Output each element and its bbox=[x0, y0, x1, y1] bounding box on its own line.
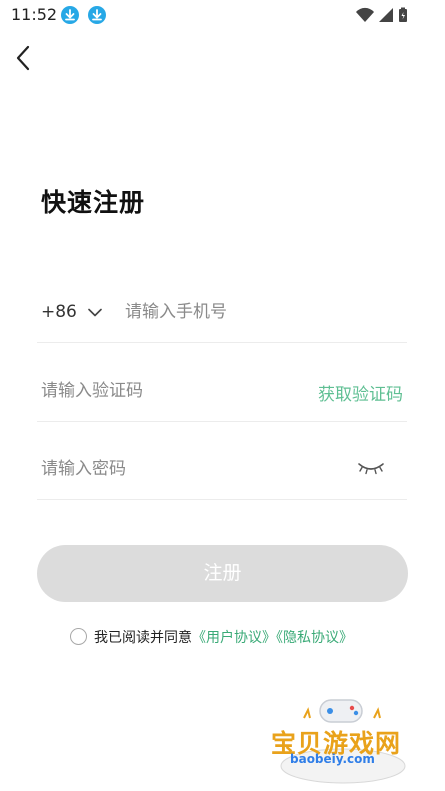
password-input[interactable] bbox=[41, 455, 341, 483]
eye-closed-icon[interactable] bbox=[357, 461, 385, 475]
agreement-text: 我已阅读并同意 bbox=[94, 630, 192, 646]
status-bar: 11:52 bbox=[0, 0, 445, 30]
register-button[interactable]: 注册 bbox=[37, 545, 408, 602]
chevron-down-icon bbox=[88, 308, 103, 316]
status-time: 11:52 bbox=[11, 5, 58, 24]
password-row bbox=[37, 443, 407, 500]
wifi-icon bbox=[356, 7, 374, 22]
get-code-button[interactable]: 获取验证码 bbox=[318, 380, 403, 405]
country-code-label: +86 bbox=[41, 302, 77, 322]
phone-input[interactable] bbox=[125, 298, 395, 326]
verification-code-row: 获取验证码 bbox=[37, 365, 407, 422]
download-icon bbox=[61, 6, 79, 24]
page-title: 快速注册 bbox=[41, 188, 146, 217]
battery-icon bbox=[399, 7, 407, 22]
country-code-selector[interactable]: +86 bbox=[41, 302, 103, 322]
download-icon bbox=[88, 6, 106, 24]
watermark: 宝贝游戏网 baobeiy.com bbox=[268, 696, 418, 786]
agreement-text-line: 我已阅读并同意《用户协议》《隐私协议》 bbox=[94, 627, 353, 647]
verification-code-input[interactable] bbox=[41, 377, 291, 405]
privacy-agreement-link[interactable]: 《隐私协议》 bbox=[276, 630, 353, 646]
phone-row: +86 bbox=[37, 286, 407, 343]
back-button[interactable] bbox=[12, 44, 38, 72]
chevron-left-icon bbox=[16, 45, 30, 71]
signal-icon bbox=[379, 8, 393, 22]
agreement-checkbox[interactable] bbox=[70, 628, 87, 645]
user-agreement-link[interactable]: 《用户协议》 bbox=[192, 630, 276, 646]
watermark-url: baobeiy.com bbox=[290, 752, 375, 766]
system-icons bbox=[355, 7, 413, 27]
